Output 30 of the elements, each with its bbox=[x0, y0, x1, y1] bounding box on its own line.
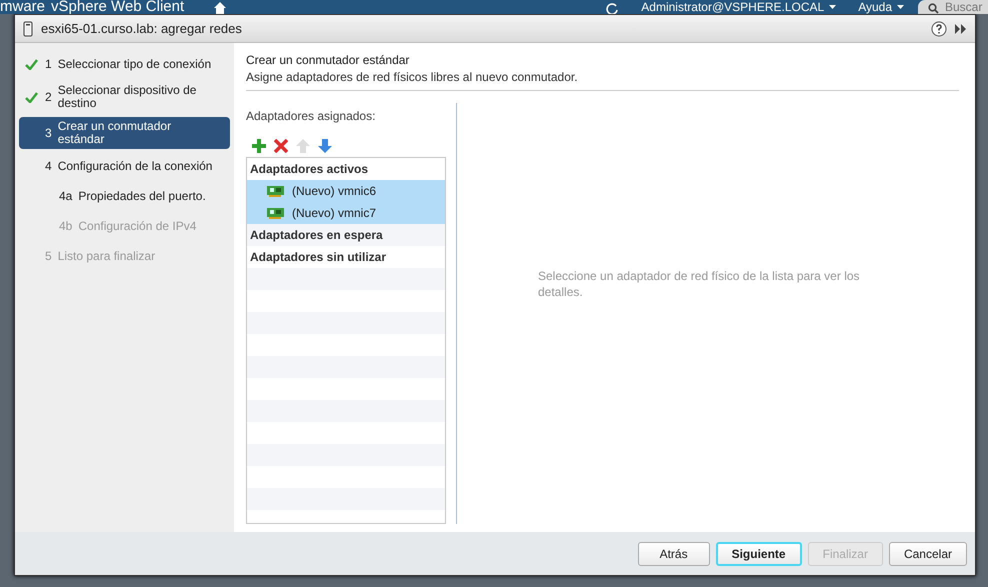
wizard-step[interactable]: 2 Seleccionar dispositivo de destino bbox=[19, 81, 230, 113]
delete-icon[interactable] bbox=[274, 139, 288, 153]
adapter-row[interactable]: (Nuevo) vmnic6 bbox=[247, 180, 445, 202]
refresh-icon[interactable] bbox=[605, 2, 620, 14]
down-arrow-icon[interactable] bbox=[318, 139, 332, 153]
help-menu[interactable]: Ayuda bbox=[858, 0, 892, 14]
wizard-step[interactable]: 1 Seleccionar tipo de conexión bbox=[19, 51, 230, 77]
wizard-step[interactable]: 4 Configuración de la conexión bbox=[19, 153, 230, 179]
search-icon bbox=[928, 3, 939, 14]
expand-icon[interactable] bbox=[955, 24, 967, 34]
caret-icon[interactable] bbox=[897, 5, 904, 9]
user-menu[interactable]: Administrator@VSPHERE.LOCAL bbox=[641, 0, 824, 14]
network-card-icon bbox=[267, 208, 284, 218]
list-label: Adaptadores asignados: bbox=[246, 109, 376, 123]
wizard-step[interactable]: 4a Propiedades del puerto. bbox=[19, 183, 230, 209]
footer-button[interactable]: Cancelar bbox=[888, 542, 967, 566]
host-icon bbox=[23, 20, 33, 36]
dialog-title: esxi65-01.curso.lab: agregar redes bbox=[41, 21, 243, 36]
caret-icon[interactable] bbox=[829, 5, 836, 9]
app-logo: mware bbox=[0, 0, 46, 14]
footer-button[interactable]: Atrás bbox=[638, 542, 710, 566]
add-icon[interactable] bbox=[252, 139, 266, 153]
page-subtitle: Asigne adaptadores de red físicos libres al nuevo conmutador. bbox=[246, 70, 579, 84]
network-card-icon bbox=[267, 186, 284, 196]
page-title: Crear un conmutador estándar bbox=[246, 53, 410, 67]
help-icon[interactable] bbox=[931, 20, 947, 36]
details-hint: Seleccione un adaptador de red físico de la lista para ver los detalles. bbox=[538, 268, 861, 300]
adapter-row[interactable]: (Nuevo) vmnic7 bbox=[247, 202, 445, 224]
footer-button[interactable]: Siguiente bbox=[716, 542, 802, 566]
app-title: vSphere Web Client bbox=[51, 0, 184, 14]
